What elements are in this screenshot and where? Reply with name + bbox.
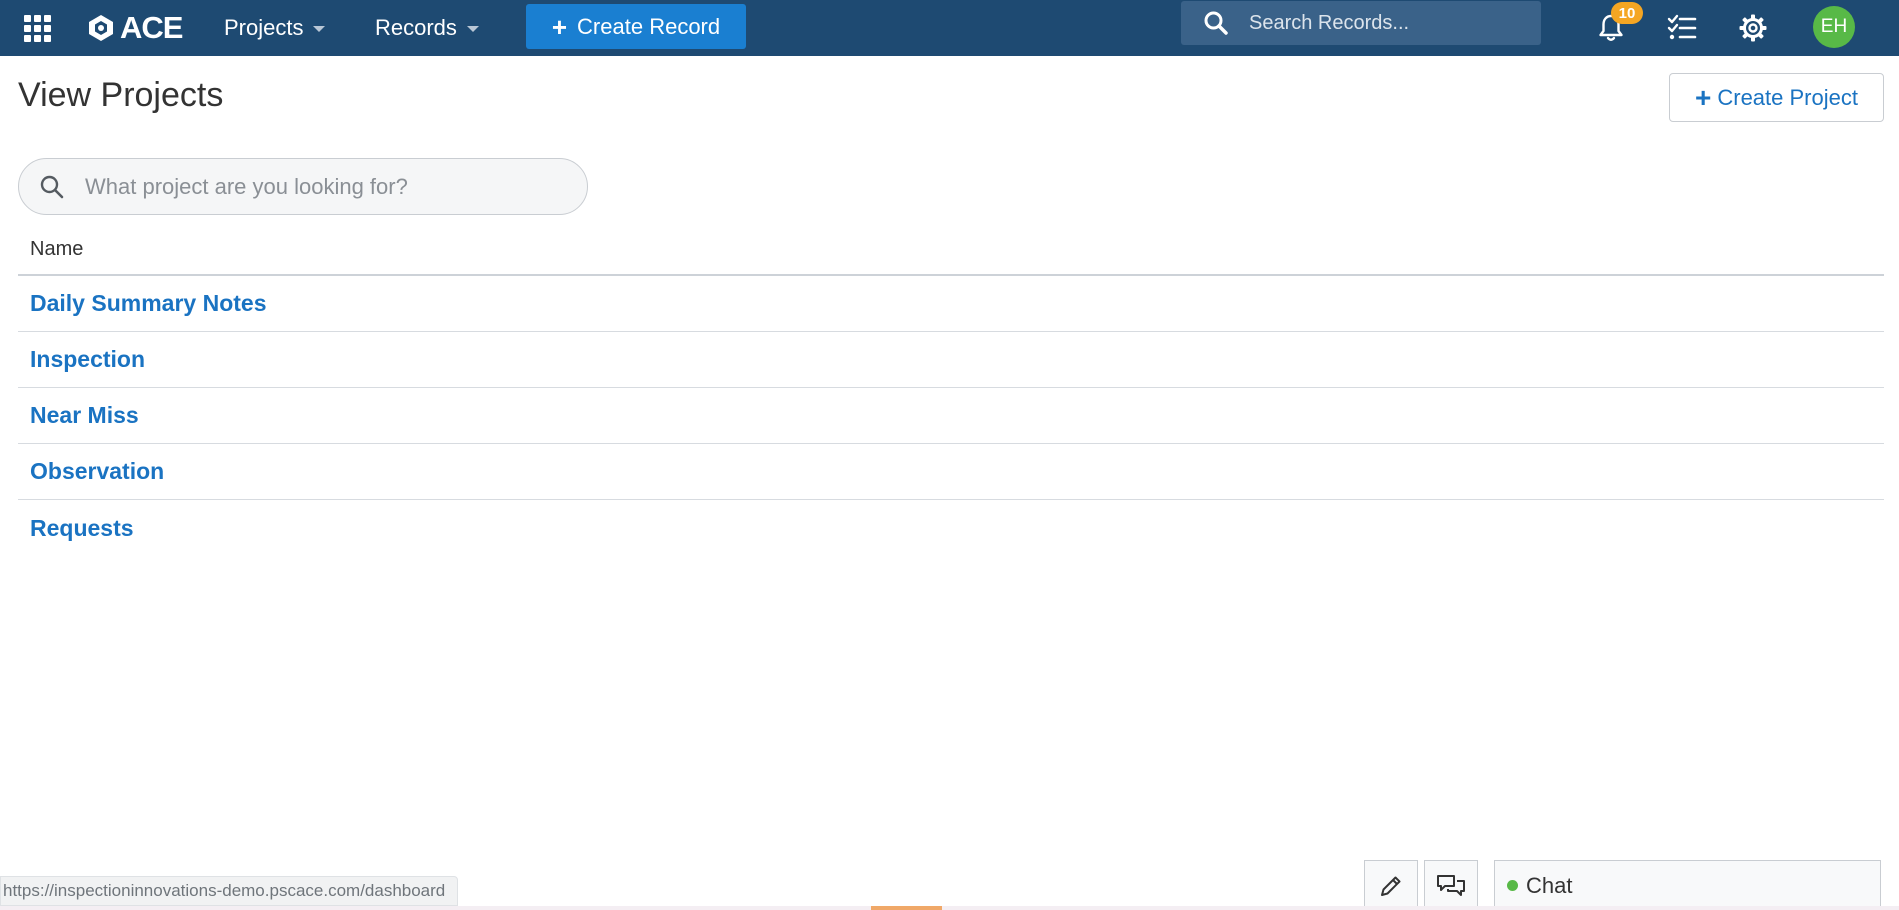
project-search-input[interactable] <box>83 172 563 201</box>
table-row: Observation <box>18 444 1884 500</box>
project-link-daily-summary-notes[interactable]: Daily Summary Notes <box>30 290 266 317</box>
create-record-label: Create Record <box>577 13 721 39</box>
project-link-near-miss[interactable]: Near Miss <box>30 402 139 429</box>
create-project-button[interactable]: + Create Project <box>1669 73 1884 122</box>
edit-button[interactable] <box>1364 860 1418 910</box>
logo-text: ACE <box>120 10 183 45</box>
project-link-inspection[interactable]: Inspection <box>30 346 145 373</box>
global-search-input[interactable] <box>1247 10 1527 36</box>
link-status-url: https://inspectioninnovations-demo.pscac… <box>0 876 459 906</box>
ace-logo-icon <box>89 15 113 41</box>
chat-label: Chat <box>1526 872 1573 898</box>
nav-records-label: Records <box>375 15 457 40</box>
nav-records-dropdown[interactable]: Records <box>375 0 479 56</box>
project-link-observation[interactable]: Observation <box>30 458 164 485</box>
table-row: Inspection <box>18 332 1884 388</box>
chat-bar[interactable]: Chat <box>1494 860 1881 910</box>
project-search-box[interactable] <box>18 158 588 215</box>
project-link-requests[interactable]: Requests <box>30 515 134 542</box>
ace-logo[interactable]: ACE <box>86 8 183 48</box>
table-row: Requests <box>18 500 1884 556</box>
search-icon <box>40 175 64 198</box>
online-status-dot <box>1507 880 1518 891</box>
notification-count-badge: 10 <box>1611 2 1643 24</box>
plus-icon: + <box>551 11 568 42</box>
bottom-strip-accent <box>871 906 942 910</box>
plus-icon: + <box>1695 81 1712 113</box>
table-row: Near Miss <box>18 388 1884 444</box>
nav-projects-label: Projects <box>224 15 304 40</box>
column-header-name[interactable]: Name <box>30 238 83 261</box>
table-header: Name <box>18 224 1884 276</box>
create-record-button[interactable]: + Create Record <box>526 4 746 49</box>
page-title: View Projects <box>18 76 224 114</box>
table-row: Daily Summary Notes <box>18 276 1884 332</box>
apps-grid-icon[interactable] <box>22 13 52 43</box>
chevron-down-icon <box>313 26 326 32</box>
top-navigation-bar: ACE Projects Records + Create Record 10 <box>0 0 1899 56</box>
global-search-box[interactable] <box>1181 1 1541 45</box>
chat-bubbles-icon <box>1437 874 1465 896</box>
messages-button[interactable] <box>1424 860 1478 910</box>
settings-button[interactable] <box>1733 8 1773 48</box>
projects-table: Name Daily Summary Notes Inspection Near… <box>18 224 1884 556</box>
nav-projects-dropdown[interactable]: Projects <box>224 0 326 56</box>
search-icon <box>1204 11 1228 35</box>
create-project-label: Create Project <box>1717 84 1858 110</box>
chevron-down-icon <box>466 26 479 32</box>
gear-icon <box>1739 14 1767 42</box>
task-list-icon <box>1667 14 1697 40</box>
pencil-icon <box>1381 876 1401 896</box>
user-avatar[interactable]: EH <box>1813 6 1855 48</box>
tasks-button[interactable] <box>1662 8 1702 48</box>
bottom-strip <box>0 906 1899 910</box>
